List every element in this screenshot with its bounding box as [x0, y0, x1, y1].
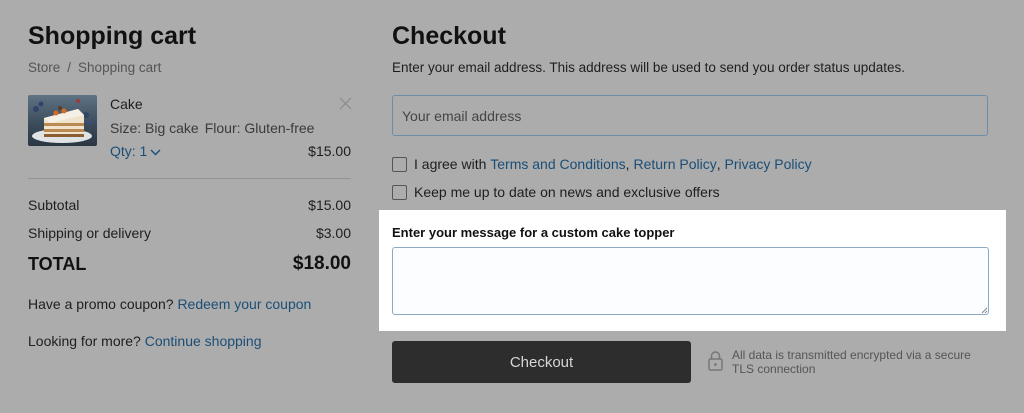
cart-item-options: Size: Big cake Flour: Gluten-free [110, 120, 314, 136]
chevron-down-icon[interactable] [150, 148, 161, 156]
total-label: TOTAL [28, 254, 87, 274]
shipping-label: Shipping or delivery [28, 225, 151, 241]
breadcrumb-current: Shopping cart [78, 60, 162, 75]
checkout-button[interactable]: Checkout [392, 341, 691, 383]
cake-slice-image[interactable] [28, 95, 97, 146]
cart-divider [28, 178, 351, 179]
agree-checkbox[interactable] [392, 156, 407, 172]
email-description: Enter your email address. This address w… [392, 60, 906, 75]
more-row: Looking for more? Continue shopping [28, 333, 262, 349]
total-value: $18.00 [292, 253, 351, 274]
email-input[interactable] [392, 95, 988, 136]
secure-note: All data is transmitted encrypted via a … [732, 348, 971, 376]
breadcrumb-store[interactable]: Store [28, 60, 60, 75]
terms-link[interactable]: Terms and Conditions [490, 156, 625, 172]
agree-comma-1: , [625, 156, 630, 172]
newsletter-label: Keep me up to date on news and exclusive… [414, 184, 720, 200]
more-text: Looking for more? [28, 333, 141, 349]
newsletter-checkbox[interactable] [392, 184, 407, 200]
continue-shopping-link[interactable]: Continue shopping [145, 333, 262, 349]
cart-title: Shopping cart [28, 22, 197, 50]
redeem-coupon-link[interactable]: Redeem your coupon [177, 296, 311, 312]
breadcrumb-separator: / [67, 60, 72, 75]
breadcrumb: Store / Shopping cart [28, 60, 161, 75]
lock-icon [708, 351, 723, 371]
subtotal-label: Subtotal [28, 197, 80, 213]
agree-prefix: I agree with [414, 156, 487, 172]
subtotal-value: $15.00 [308, 197, 351, 213]
cake-topper-label: Enter your message for a custom cake top… [392, 225, 675, 240]
shipping-value: $3.00 [315, 225, 351, 241]
privacy-policy-link[interactable]: Privacy Policy [725, 156, 812, 172]
quantity-selector[interactable]: Qty: 1 [110, 143, 161, 159]
cart-item-flour: Flour: Gluten-free [204, 120, 315, 136]
promo-row: Have a promo coupon? Redeem your coupon [28, 296, 311, 312]
promo-text: Have a promo coupon? [28, 296, 174, 312]
resize-grip-icon[interactable] [981, 307, 988, 314]
agree-row: I agree with Terms and Conditions, Retur… [392, 156, 812, 172]
return-policy-link[interactable]: Return Policy [633, 156, 716, 172]
close-icon[interactable] [339, 97, 352, 110]
newsletter-row: Keep me up to date on news and exclusive… [392, 184, 720, 200]
quantity-label[interactable]: Qty: 1 [110, 143, 147, 159]
cart-item-name: Cake [110, 96, 143, 112]
checkout-title: Checkout [392, 22, 506, 50]
agree-comma-2: , [716, 156, 721, 172]
cake-topper-textarea[interactable] [392, 247, 989, 315]
cart-item-size: Size: Big cake [110, 120, 199, 136]
cart-item-price: $15.00 [308, 143, 351, 159]
